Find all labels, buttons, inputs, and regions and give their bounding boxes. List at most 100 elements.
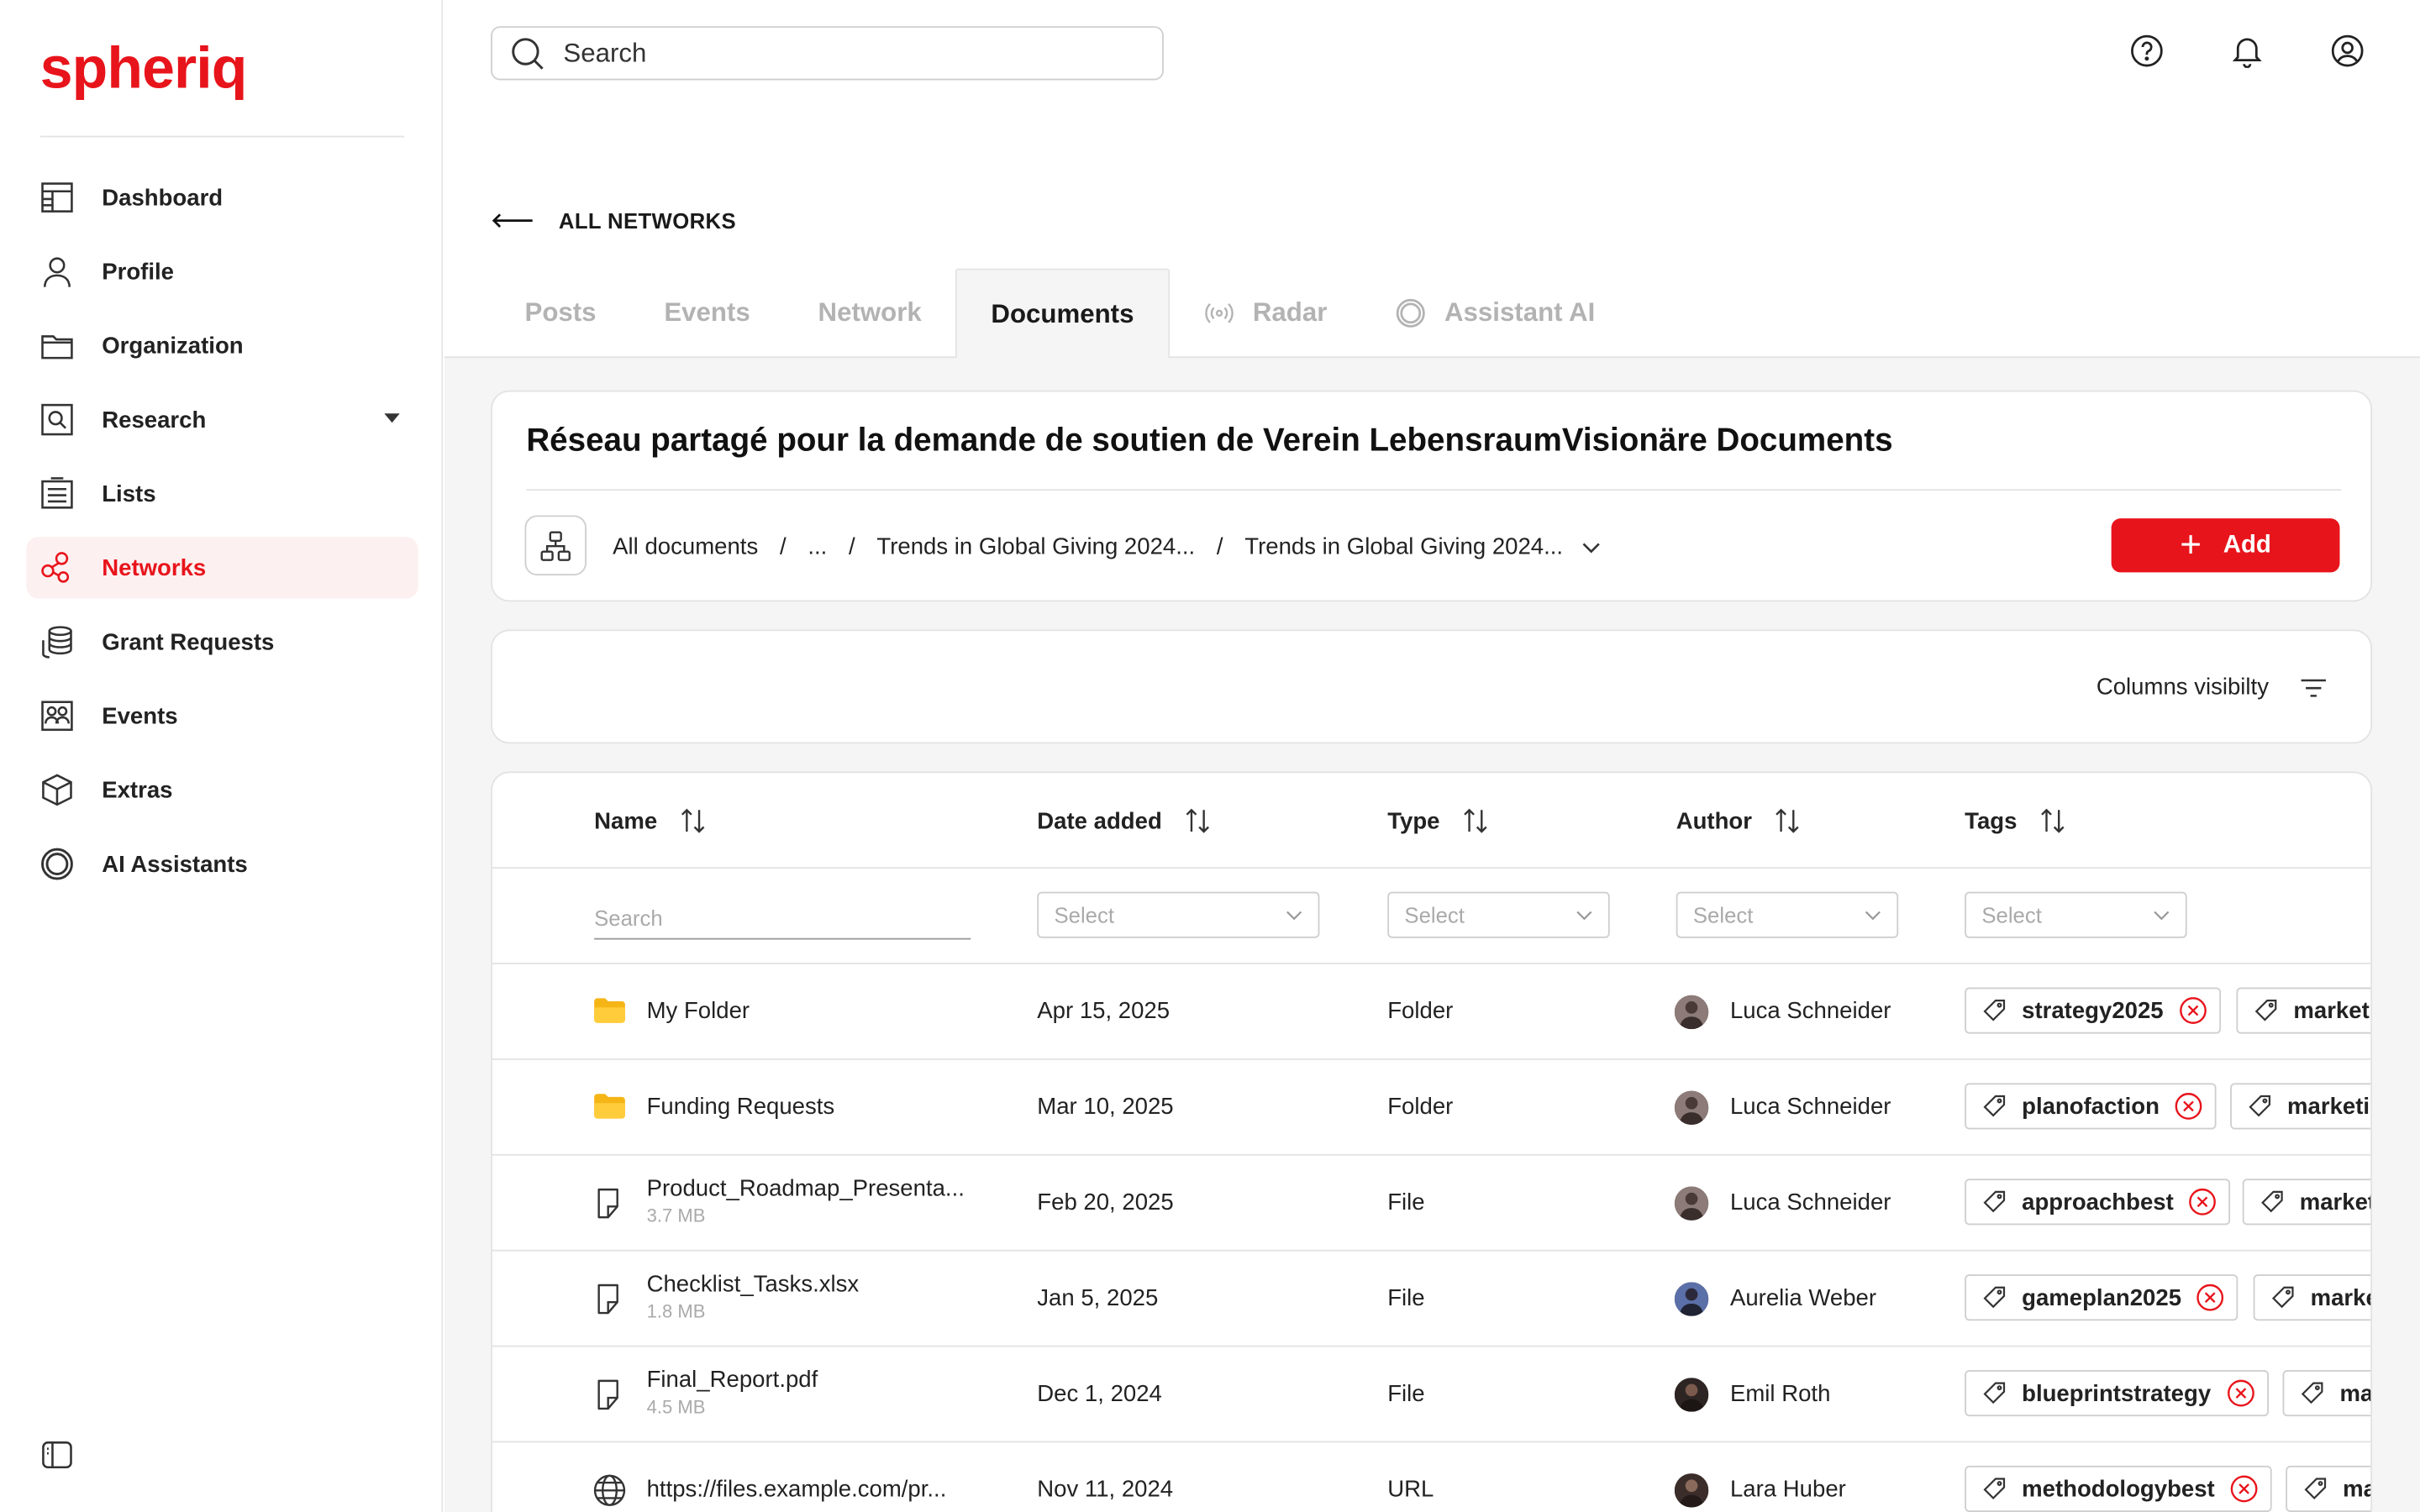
sort-icon[interactable]: [1461, 807, 1489, 835]
sidebar-item-research[interactable]: Research: [26, 389, 418, 450]
select-placeholder: Select: [1981, 902, 2042, 927]
row-author: Luca Schneider: [1729, 1189, 1891, 1216]
remove-tag-icon[interactable]: [2230, 1475, 2258, 1503]
tag-chip[interactable]: ma: [2286, 1465, 2371, 1512]
sidebar-item-grant-requests[interactable]: Grant Requests: [26, 611, 418, 672]
remove-tag-icon[interactable]: [2175, 1092, 2202, 1120]
remove-tag-icon[interactable]: [2189, 1188, 2217, 1215]
row-name-block[interactable]: Final_Report.pdf 4.5 MB: [647, 1367, 818, 1418]
add-button[interactable]: + Add: [2111, 518, 2340, 573]
tag-chip[interactable]: methodologybest: [1965, 1465, 2272, 1512]
columns-visibility-button[interactable]: Columns visibilty: [2096, 675, 2328, 701]
row-name[interactable]: My Folder: [647, 998, 750, 1024]
search-icon: [511, 36, 544, 70]
author-filter-select[interactable]: Select: [1676, 891, 1899, 938]
breadcrumb-item-current[interactable]: Trends in Global Giving 2024...: [1244, 534, 1563, 560]
row-name-block[interactable]: Product_Roadmap_Presenta... 3.7 MB: [647, 1176, 965, 1227]
column-header-type[interactable]: Type: [1387, 807, 1489, 835]
sidebar-item-dashboard[interactable]: Dashboard: [26, 166, 418, 228]
tag-chip[interactable]: ma: [2282, 1370, 2371, 1417]
row-name[interactable]: https://files.example.com/pr...: [647, 1477, 947, 1503]
table-filters: Search Select Select Select Select: [492, 869, 2371, 964]
global-search-input[interactable]: Search: [491, 26, 1164, 81]
sort-icon[interactable]: [2039, 807, 2066, 835]
back-to-all-networks[interactable]: ALL NETWORKS: [491, 208, 736, 233]
avatar: [1674, 1186, 1709, 1221]
column-header-tags[interactable]: Tags: [1965, 807, 2066, 835]
tag-chip[interactable]: marketin: [2230, 1083, 2371, 1130]
row-author: Lara Huber: [1729, 1476, 1846, 1503]
remove-tag-icon[interactable]: [2179, 997, 2207, 1025]
tag-chip[interactable]: planofaction: [1965, 1083, 2217, 1130]
tag-chip[interactable]: marketi: [2236, 987, 2371, 1034]
tab-assistant-ai[interactable]: Assistant AI: [1361, 269, 1629, 359]
sidebar-toggle-icon[interactable]: [40, 1438, 74, 1480]
row-author: Luca Schneider: [1729, 998, 1891, 1025]
sidebar-item-events[interactable]: Events: [26, 685, 418, 747]
tab-events[interactable]: Events: [630, 269, 784, 359]
bell-icon[interactable]: [2230, 34, 2264, 69]
documents-table: Name Date added Type Author Tags Search …: [491, 771, 2373, 1512]
tab-label: Radar: [1252, 297, 1328, 328]
tab-posts[interactable]: Posts: [491, 269, 630, 359]
sidebar-item-networks[interactable]: Networks: [26, 537, 418, 599]
row-author: Aurelia Weber: [1729, 1285, 1877, 1312]
table-row[interactable]: Checklist_Tasks.xlsx 1.8 MB Jan 5, 2025 F…: [492, 1252, 2371, 1347]
row-name-block[interactable]: Checklist_Tasks.xlsx 1.8 MB: [647, 1271, 860, 1322]
sidebar-item-extras[interactable]: Extras: [26, 759, 418, 821]
select-placeholder: Select: [1692, 902, 1754, 927]
tab-documents[interactable]: Documents: [955, 268, 1170, 359]
date-filter-select[interactable]: Select: [1037, 891, 1320, 938]
sidebar-item-organization[interactable]: Organization: [26, 315, 418, 376]
sort-icon[interactable]: [1184, 807, 1212, 835]
tag-chip[interactable]: market: [2242, 1179, 2371, 1226]
sidebar-item-lists[interactable]: Lists: [26, 463, 418, 524]
table-row[interactable]: Product_Roadmap_Presenta... 3.7 MB Feb 20…: [492, 1156, 2371, 1252]
sidebar: spheriq Dashboard Profile Organization R…: [0, 0, 444, 1512]
folder-icon: [592, 1091, 626, 1130]
name-search-input[interactable]: Search: [594, 902, 971, 940]
account-icon[interactable]: [2330, 34, 2364, 67]
tab-radar[interactable]: Radar: [1170, 269, 1361, 359]
row-name: Final_Report.pdf: [646, 1367, 818, 1394]
tag-label: gameplan2025: [2022, 1284, 2182, 1311]
row-name[interactable]: Funding Requests: [647, 1094, 835, 1120]
tag-chip[interactable]: approachbest: [1965, 1179, 2231, 1226]
sidebar-item-label: Networks: [102, 554, 207, 581]
sidebar-item-profile[interactable]: Profile: [26, 241, 418, 302]
filter-icon: [2301, 678, 2326, 696]
folder-tree-button[interactable]: [524, 515, 587, 576]
sort-icon[interactable]: [679, 807, 707, 835]
sidebar-item-ai-assistants[interactable]: AI Assistants: [26, 833, 418, 895]
table-row[interactable]: https://files.example.com/pr... Nov 11, …: [492, 1442, 2371, 1512]
tag-chip[interactable]: blueprintstrategy: [1965, 1370, 2269, 1417]
sort-icon[interactable]: [1774, 807, 1802, 835]
tag-chip[interactable]: marke: [2253, 1274, 2371, 1321]
tab-network[interactable]: Network: [784, 269, 955, 359]
help-icon[interactable]: [2130, 34, 2164, 67]
header-icons: [2130, 34, 2365, 69]
tag-icon: [1981, 1285, 2006, 1310]
documents-header-card: Réseau partagé pour la demande de soutie…: [491, 390, 2373, 602]
breadcrumb-item[interactable]: ...: [808, 534, 827, 560]
type-filter-select[interactable]: Select: [1387, 891, 1610, 938]
breadcrumb: All documents / ... / Trends in Global G…: [613, 534, 1600, 560]
column-header-author[interactable]: Author: [1676, 807, 1802, 835]
breadcrumb-item[interactable]: All documents: [613, 534, 758, 560]
breadcrumb-item[interactable]: Trends in Global Giving 2024...: [876, 534, 1195, 560]
app-logo[interactable]: spheriq: [40, 37, 248, 103]
table-row[interactable]: My Folder Apr 15, 2025 Folder Luca Schne…: [492, 964, 2371, 1060]
table-row[interactable]: Final_Report.pdf 4.5 MB Dec 1, 2024 File …: [492, 1347, 2371, 1443]
column-header-name[interactable]: Name: [594, 807, 707, 835]
tag-icon: [1981, 1477, 2006, 1501]
column-header-date[interactable]: Date added: [1037, 807, 1211, 835]
tags-filter-select[interactable]: Select: [1965, 891, 2187, 938]
table-row[interactable]: Funding Requests Mar 10, 2025 Folder Luc…: [492, 1060, 2371, 1156]
remove-tag-icon[interactable]: [2227, 1379, 2254, 1407]
page-title: Réseau partagé pour la demande de soutie…: [526, 423, 1893, 459]
tag-chip[interactable]: strategy2025: [1965, 987, 2221, 1034]
chevron-down-icon[interactable]: [1581, 541, 1600, 554]
remove-tag-icon[interactable]: [2196, 1284, 2224, 1311]
chevron-down-icon[interactable]: [384, 413, 400, 423]
tag-chip[interactable]: gameplan2025: [1965, 1274, 2238, 1321]
